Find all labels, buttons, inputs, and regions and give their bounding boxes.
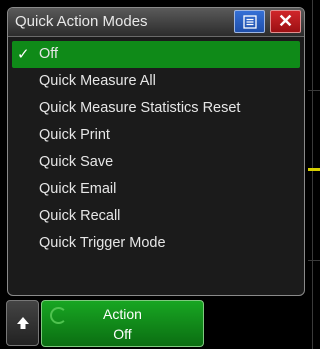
mode-item-quick-save[interactable]: Quick Save	[8, 149, 304, 176]
action-softkey-button[interactable]: Action Off	[41, 300, 204, 347]
mode-item-label: Quick Measure All	[39, 73, 156, 89]
grid-line	[312, 0, 313, 349]
mode-item-label: Off	[39, 46, 59, 62]
action-value: Off	[113, 326, 132, 342]
grid-line	[308, 260, 320, 261]
dialog-titlebar: Quick Action Modes ✕	[8, 8, 304, 37]
menu-button[interactable]	[234, 10, 265, 33]
up-arrow-icon	[16, 317, 29, 329]
dialog-title: Quick Action Modes	[15, 13, 148, 30]
mode-item-quick-trigger-mode[interactable]: Quick Trigger Mode	[8, 230, 304, 257]
close-button[interactable]: ✕	[270, 10, 301, 33]
menu-icon	[242, 14, 257, 29]
mode-item-label: Quick Email	[39, 181, 117, 197]
waveform-trace	[308, 168, 320, 171]
mode-item-quick-measure-all[interactable]: Quick Measure All	[8, 68, 304, 95]
grid-line	[308, 90, 320, 91]
mode-item-quick-recall[interactable]: Quick Recall	[8, 203, 304, 230]
mode-item-label: Quick Recall	[39, 208, 121, 224]
mode-item-label: Quick Print	[39, 127, 110, 143]
action-label: Action	[103, 306, 142, 322]
mode-item-off[interactable]: ✓ Off	[12, 41, 300, 68]
mode-item-label: Quick Measure Statistics Reset	[39, 100, 241, 116]
quick-action-modes-dialog: Quick Action Modes ✕ ✓ Off Quick Measure…	[7, 7, 305, 296]
close-icon: ✕	[277, 11, 294, 31]
mode-item-quick-email[interactable]: Quick Email	[8, 176, 304, 203]
mode-item-label: Quick Trigger Mode	[39, 235, 166, 251]
mode-list: ✓ Off Quick Measure All Quick Measure St…	[8, 41, 304, 257]
mode-item-quick-measure-statistics-reset[interactable]: Quick Measure Statistics Reset	[8, 95, 304, 122]
mode-item-label: Quick Save	[39, 154, 114, 170]
checkmark-icon: ✓	[17, 46, 30, 63]
softkey-up-button[interactable]	[6, 300, 39, 346]
mode-item-quick-print[interactable]: Quick Print	[8, 122, 304, 149]
